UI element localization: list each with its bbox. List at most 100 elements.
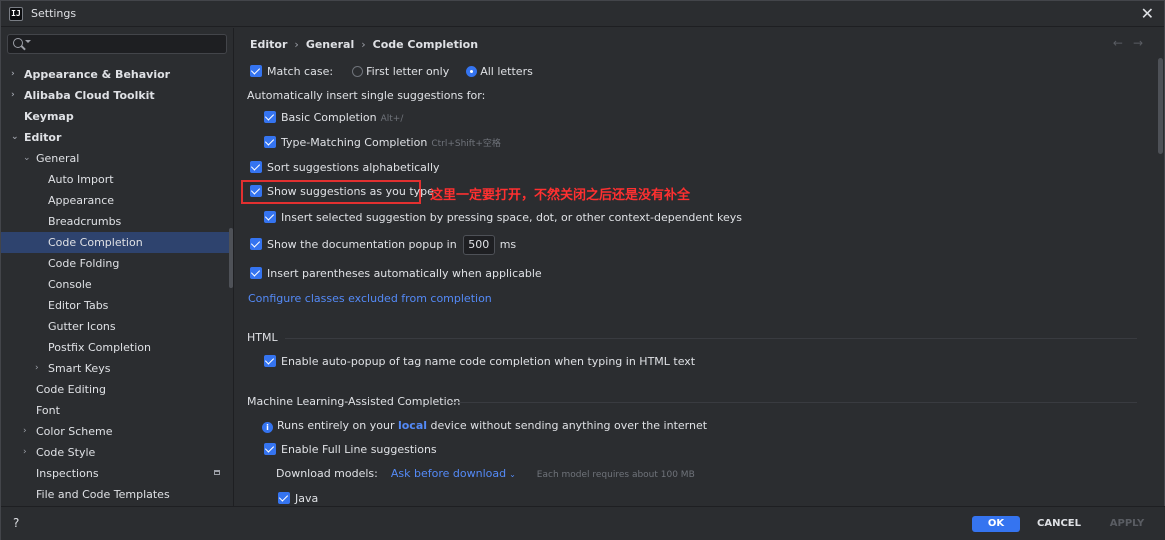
sidebar-item-code-folding[interactable]: Code Folding bbox=[1, 253, 233, 274]
chevron-right-icon[interactable]: › bbox=[23, 442, 33, 463]
insert-parens-label: Insert parentheses automatically when ap… bbox=[267, 267, 542, 280]
sidebar-item-keymap[interactable]: Keymap bbox=[1, 106, 233, 127]
java-label: Java bbox=[295, 492, 319, 505]
download-models-hint: Each model requires about 100 MB bbox=[536, 470, 695, 480]
sidebar-item-alibaba-cloud-toolkit[interactable]: › Alibaba Cloud Toolkit bbox=[1, 85, 233, 106]
insert-selected-checkbox[interactable] bbox=[264, 211, 276, 223]
sidebar-item-code-completion[interactable]: Code Completion bbox=[1, 232, 233, 253]
chevron-right-icon[interactable]: › bbox=[11, 85, 21, 106]
sidebar-item-label: Code Editing bbox=[36, 383, 106, 396]
sidebar-item-gutter-icons[interactable]: Gutter Icons bbox=[1, 316, 233, 337]
breadcrumb-code-completion: Code Completion bbox=[372, 38, 479, 51]
full-line-checkbox[interactable] bbox=[264, 443, 276, 455]
back-arrow-icon[interactable]: ← bbox=[1113, 36, 1133, 50]
sidebar-item-label: Appearance bbox=[48, 194, 115, 207]
breadcrumb-editor[interactable]: Editor bbox=[250, 38, 287, 51]
close-icon[interactable]: ✕ bbox=[1141, 4, 1154, 23]
sidebar-item-label: Inspections bbox=[36, 467, 99, 480]
insert-parens-checkbox[interactable] bbox=[250, 267, 262, 279]
sidebar-item-appearance[interactable]: Appearance bbox=[1, 190, 233, 211]
insert-parens-row: Insert parentheses automatically when ap… bbox=[250, 265, 542, 283]
sidebar-item-label: Breadcrumbs bbox=[48, 215, 122, 228]
chevron-right-icon[interactable]: › bbox=[11, 64, 21, 85]
show-as-you-type-label: Show suggestions as you type bbox=[267, 185, 434, 198]
java-checkbox[interactable] bbox=[278, 492, 290, 504]
doc-popup-row: Show the documentation popup in 500 ms bbox=[250, 234, 516, 256]
ml-info-before: Runs entirely on your bbox=[277, 419, 398, 432]
html-section-title: HTML bbox=[247, 331, 278, 344]
sidebar-item-console[interactable]: Console bbox=[1, 274, 233, 295]
type-matching-row: Type-Matching Completion Ctrl+Shift+空格 bbox=[264, 134, 501, 152]
basic-completion-label: Basic Completion bbox=[281, 111, 377, 124]
apply-button[interactable]: APPLY bbox=[1101, 516, 1153, 532]
ml-section-divider bbox=[450, 402, 1137, 403]
ml-info-local: local bbox=[397, 419, 428, 432]
sidebar-item-label: Auto Import bbox=[48, 173, 114, 186]
sidebar-item-color-scheme[interactable]: › Color Scheme bbox=[1, 421, 233, 442]
all-letters-label: All letters bbox=[480, 65, 533, 78]
sidebar-item-postfix-completion[interactable]: Postfix Completion bbox=[1, 337, 233, 358]
chevron-down-icon bbox=[25, 40, 31, 43]
doc-popup-delay-input[interactable]: 500 bbox=[462, 235, 495, 255]
chevron-down-icon[interactable]: ⌄ bbox=[23, 148, 33, 169]
help-icon[interactable]: ? bbox=[13, 516, 19, 530]
sort-alpha-checkbox[interactable] bbox=[250, 161, 262, 173]
sidebar-item-smart-keys[interactable]: › Smart Keys bbox=[1, 358, 233, 379]
download-models-value: Ask before download bbox=[390, 467, 507, 480]
ml-info-row: i Runs entirely on your local device with… bbox=[262, 417, 707, 435]
chevron-right-icon[interactable]: › bbox=[35, 358, 45, 379]
match-case-checkbox[interactable] bbox=[250, 65, 262, 77]
sidebar-item-code-style[interactable]: › Code Style bbox=[1, 442, 233, 463]
basic-completion-checkbox[interactable] bbox=[264, 111, 276, 123]
basic-completion-shortcut: Alt+/ bbox=[380, 114, 404, 124]
doc-popup-unit: ms bbox=[499, 238, 517, 251]
sidebar-item-label: Gutter Icons bbox=[48, 320, 116, 333]
sidebar-item-label: General bbox=[36, 152, 80, 165]
dialog-footer: ? OK CANCEL APPLY bbox=[1, 506, 1165, 540]
sidebar-item-breadcrumbs[interactable]: Breadcrumbs bbox=[1, 211, 233, 232]
sidebar-item-font[interactable]: Font bbox=[1, 400, 233, 421]
ok-button[interactable]: OK bbox=[972, 516, 1020, 532]
sidebar-item-label: Font bbox=[36, 404, 60, 417]
title-bar: IJ Settings ✕ bbox=[1, 1, 1164, 27]
sidebar-item-editor-tabs[interactable]: Editor Tabs bbox=[1, 295, 233, 316]
chevron-right-icon[interactable]: › bbox=[23, 421, 33, 442]
sidebar-item-inspections[interactable]: Inspections bbox=[1, 463, 233, 484]
info-icon: i bbox=[262, 422, 273, 433]
doc-popup-checkbox[interactable] bbox=[250, 238, 262, 250]
window-title: Settings bbox=[31, 7, 77, 20]
sidebar-item-label: Code Folding bbox=[48, 257, 120, 270]
project-scope-icon bbox=[214, 470, 220, 475]
sort-alpha-row: Sort suggestions alphabetically bbox=[250, 159, 440, 177]
cancel-button[interactable]: CANCEL bbox=[1033, 516, 1085, 532]
sidebar-item-appearance-behavior[interactable]: › Appearance & Behavior bbox=[1, 64, 233, 85]
download-models-dropdown[interactable]: Ask before download ⌄ bbox=[391, 467, 516, 480]
settings-tree: › Appearance & Behavior › Alibaba Cloud … bbox=[1, 64, 233, 505]
configure-excluded-link[interactable]: Configure classes excluded from completi… bbox=[248, 290, 492, 308]
chevron-down-icon[interactable]: ⌄ bbox=[11, 127, 21, 148]
type-matching-checkbox[interactable] bbox=[264, 136, 276, 148]
search-input[interactable] bbox=[7, 34, 227, 54]
full-line-row: Enable Full Line suggestions bbox=[264, 441, 437, 459]
code-completion-panel: Editor › General › Code Completion ←→ Match … bbox=[235, 28, 1165, 506]
sidebar-item-label: Alibaba Cloud Toolkit bbox=[24, 89, 155, 102]
sidebar-item-auto-import[interactable]: Auto Import bbox=[1, 169, 233, 190]
breadcrumb-general[interactable]: General bbox=[306, 38, 354, 51]
sidebar-item-editor[interactable]: ⌄ Editor bbox=[1, 127, 233, 148]
sidebar-item-code-editing[interactable]: Code Editing bbox=[1, 379, 233, 400]
show-as-you-type-checkbox[interactable] bbox=[250, 185, 262, 197]
all-letters-radio[interactable] bbox=[466, 66, 478, 77]
first-letter-radio[interactable] bbox=[352, 66, 364, 77]
first-letter-label: First letter only bbox=[366, 65, 450, 78]
content-scrollbar[interactable] bbox=[1158, 58, 1163, 154]
sidebar-item-label: Appearance & Behavior bbox=[24, 68, 171, 81]
sidebar-item-general[interactable]: ⌄ General bbox=[1, 148, 233, 169]
html-autopopup-checkbox[interactable] bbox=[264, 355, 276, 367]
sidebar-item-file-code-templates[interactable]: File and Code Templates bbox=[1, 484, 233, 505]
basic-completion-row: Basic Completion Alt+/ bbox=[264, 109, 403, 127]
forward-arrow-icon[interactable]: → bbox=[1133, 36, 1153, 50]
sidebar-item-label: Code Style bbox=[36, 446, 96, 459]
history-nav: ←→ bbox=[1113, 36, 1153, 50]
insert-selected-label: Insert selected suggestion by pressing s… bbox=[281, 211, 742, 224]
sidebar-scrollbar[interactable] bbox=[229, 228, 233, 288]
